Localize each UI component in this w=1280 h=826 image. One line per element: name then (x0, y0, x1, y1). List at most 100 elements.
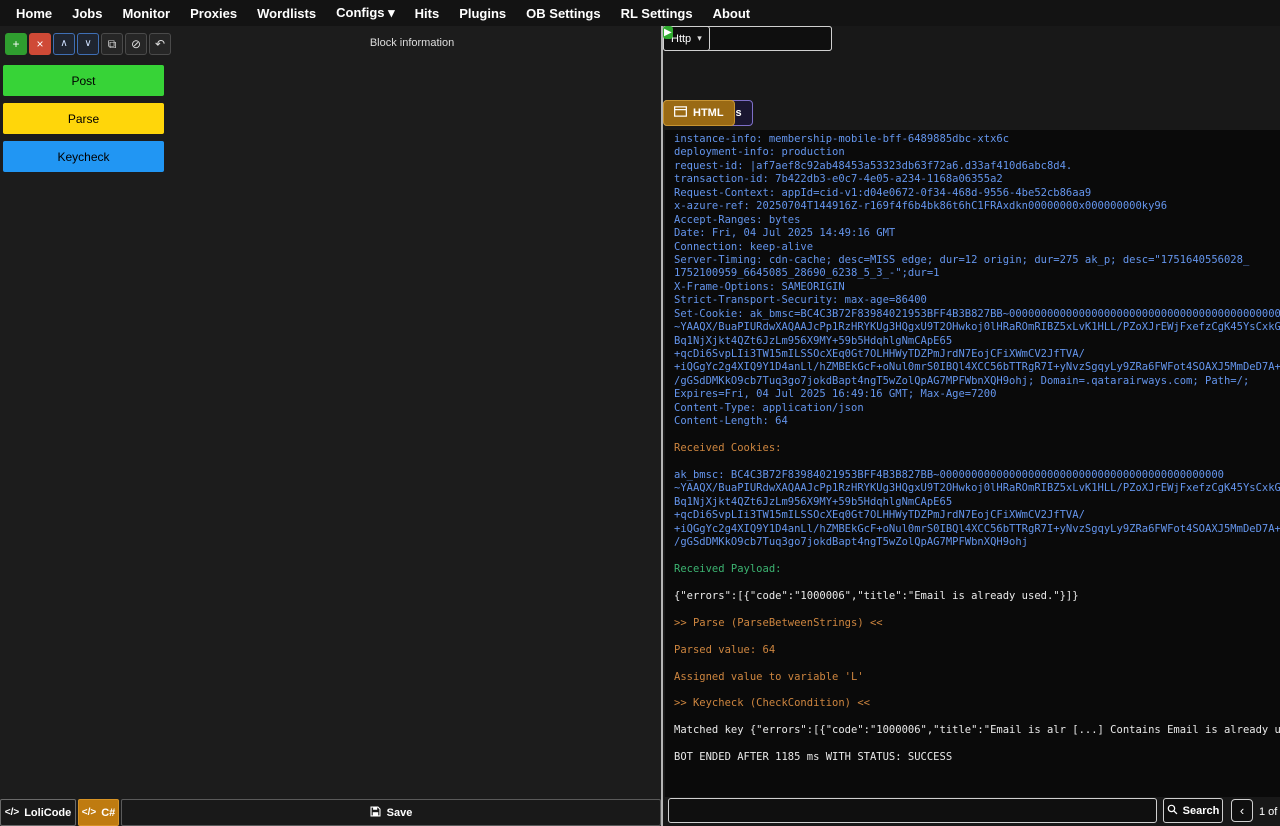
search-icon (1167, 804, 1178, 818)
stack-block[interactable]: Parse (3, 103, 164, 134)
chevron-left-icon: ‹ (1239, 803, 1245, 818)
log-line: Matched key {"errors":[{"code":"1000006"… (674, 724, 1280, 737)
disable-block-button[interactable]: ⊘ (125, 33, 147, 55)
stack-block[interactable]: Keycheck (3, 141, 164, 172)
nav-item[interactable]: Hits (405, 6, 450, 21)
log-line: BOT ENDED AFTER 1185 ms WITH STATUS: SUC… (674, 751, 953, 764)
nav-item[interactable]: Proxies (180, 6, 247, 21)
save-button[interactable]: Save (121, 799, 661, 826)
log-line: instance-info: membership-mobile-bff-648… (674, 133, 1010, 145)
log-line: >> Parse (ParseBetweenStrings) << (674, 616, 883, 629)
top-nav: Home Jobs Monitor Proxies Wordlists Conf… (0, 0, 1280, 26)
log-line: request-id: |af7aef8c92ab48453a53323db63… (674, 159, 1073, 172)
move-block-up-button[interactable]: ∧ (53, 33, 75, 55)
log-line: ak_bmsc: BC4C3B72F83984021953BFF4B3B827B… (674, 468, 1224, 481)
log-line: Bq1NjXjkt4QZt6JzLm956X9MY+59b5HdqhlgNmCA… (674, 334, 953, 347)
block-information-title: Block information (369, 37, 455, 49)
log-line: Connection: keep-alive (674, 240, 814, 253)
plus-icon: + (12, 37, 20, 51)
log-line: +qcDi6SvpLIi3TW15mILSSOcXEq0Gt7OLHHWyTDZ… (674, 348, 1085, 360)
search-button[interactable]: Search (1163, 798, 1223, 823)
nav-item[interactable]: Monitor (112, 6, 180, 21)
log-line: >> Keycheck (CheckCondition) << (674, 697, 870, 710)
save-floppy-icon (370, 805, 381, 820)
log-line: Received Cookies: (674, 442, 782, 455)
log-line: Date: Fri, 04 Jul 2025 14:49:16 GMT (674, 227, 896, 240)
save-label: Save (386, 806, 413, 819)
log-search-input[interactable] (668, 798, 1157, 823)
code-icon: </> (4, 807, 20, 818)
log-line: transaction-id: 7b422db3-e0c7-4e05-a234-… (674, 173, 1003, 186)
log-line: ~YAAQX/BuaPIURdwXAQAAJcPp1RzHRYKUg3HQgxU… (674, 482, 1280, 495)
nav-item[interactable]: OB Settings (516, 6, 610, 21)
log-line: Server-Timing: cdn-cache; desc=MISS edge… (674, 253, 1250, 266)
clone-icon: ⧉ (107, 37, 117, 51)
move-block-down-button[interactable]: ∨ (77, 33, 99, 55)
lolicode-label: LoliCode (24, 806, 72, 819)
previous-match-button[interactable]: ‹ (1231, 799, 1253, 822)
nav-item[interactable]: Jobs (62, 6, 112, 21)
stacker-panel: + × ∧ ∨ ⧉ ⊘ ↶ Block information Post Par… (0, 26, 661, 826)
stack-block[interactable]: Post (3, 65, 164, 96)
lolicode-button[interactable]: </> LoliCode (0, 799, 76, 826)
disable-icon: ⊘ (130, 37, 142, 51)
log-line: Strict-Transport-Security: max-age=86400 (674, 294, 927, 307)
block-stack: Post Parse Keycheck (3, 65, 164, 172)
log-line: deployment-info: production (674, 146, 845, 159)
proxy-type-value: Http (671, 32, 692, 45)
log-line: Request-Context: appId=cid-v1:d04e0672-0… (674, 186, 1092, 199)
code-icon: </> (81, 807, 97, 818)
log-line: +qcDi6SvpLIi3TW15mILSSOcXEq0Gt7OLHHWyTDZ… (674, 509, 1085, 522)
log-line: Assigned value to variable 'L' (674, 670, 864, 683)
start-debugger-button[interactable]: ▶ (663, 26, 673, 39)
stacker-toolbar: + × ∧ ∨ ⧉ ⊘ ↶ (5, 33, 171, 55)
log-line: /gGSdDMKkO9cb7Tuq3go7jokdBapt4ngT5wZolQp… (674, 374, 1250, 387)
log-line: Received Payload: (674, 563, 782, 575)
html-window-icon (674, 106, 687, 120)
undo-icon: ↶ (154, 37, 166, 51)
chevron-down-icon: ∨ (84, 38, 92, 49)
log-line: Accept-Ranges: bytes (674, 213, 801, 226)
log-line: Bq1NjXjkt4QZt6JzLm956X9MY+59b5HdqhlgNmCA… (674, 495, 953, 508)
csharp-label: C# (101, 806, 116, 819)
tab-html-label: HTML (693, 107, 724, 119)
add-block-button[interactable]: + (5, 33, 27, 55)
chevron-up-icon: ∧ (60, 38, 68, 49)
log-output[interactable]: instance-info: membership-mobile-bff-648… (665, 130, 1280, 797)
nav-item[interactable]: About (703, 6, 761, 21)
log-line: Expires=Fri, 04 Jul 2025 16:49:16 GMT; M… (674, 388, 997, 401)
tab-html[interactable]: HTML (663, 100, 735, 126)
log-line: Parsed value: 64 (674, 643, 776, 656)
debugger-panel: SBS Data Wordlist Type Credentials ▾ P P… (663, 26, 1280, 826)
log-line: Content-Type: application/json (674, 401, 864, 414)
log-line: Set-Cookie: ak_bmsc=BC4C3B72F83984021953… (674, 307, 1280, 320)
remove-block-button[interactable]: × (29, 33, 51, 55)
log-line: X-Frame-Options: SAMEORIGIN (674, 280, 845, 293)
log-line: 1752100959_6645085_28690_6238_5_3_-";dur… (674, 267, 940, 280)
nav-item[interactable]: Plugins (449, 6, 516, 21)
log-line: x-azure-ref: 20250704T144916Z-r169f4f6b4… (674, 200, 1168, 213)
stacker-footer: </> LoliCode </> C# Save (0, 799, 661, 826)
log-line: Content-Length: 64 (674, 415, 788, 428)
nav-item[interactable]: Home (6, 6, 62, 21)
log-line: +iQGgYc2g4XIQ9Y1D4anLl/hZMBEkGcF+oNul0mr… (674, 522, 1280, 535)
nav-item[interactable]: Configs ▾ (326, 5, 405, 21)
log-line: /gGSdDMKkO9cb7Tuq3go7jokdBapt4ngT5wZolQp… (674, 536, 1029, 549)
match-position-label: 1 of (1259, 806, 1278, 818)
csharp-button[interactable]: </> C# (78, 799, 119, 826)
nav-item[interactable]: Wordlists (247, 6, 326, 21)
clone-block-button[interactable]: ⧉ (101, 33, 123, 55)
search-button-label: Search (1182, 804, 1220, 817)
play-icon: ▶ (664, 27, 672, 38)
nav-item[interactable]: RL Settings (611, 6, 703, 21)
